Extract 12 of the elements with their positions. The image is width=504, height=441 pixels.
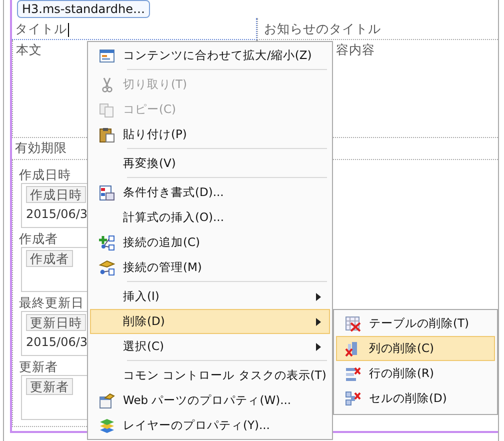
title-field-label: お知らせのタイトル — [257, 18, 498, 40]
field-label: 作成日時 — [19, 166, 71, 183]
field-header: 更新日時 — [26, 314, 86, 331]
field-label: 作成者 — [19, 230, 58, 247]
field-label: 更新者 — [19, 358, 58, 375]
content-field-label: 容内容 — [336, 42, 375, 59]
field-header: 更新者 — [26, 378, 73, 395]
field-header: 作成日時 — [26, 186, 86, 203]
field-label: 最終更新日 — [19, 294, 84, 311]
field-header: 作成者 — [26, 250, 73, 267]
field-value: 2015/06/3 — [26, 207, 88, 221]
field-value: 2015/06/3 — [26, 335, 88, 349]
